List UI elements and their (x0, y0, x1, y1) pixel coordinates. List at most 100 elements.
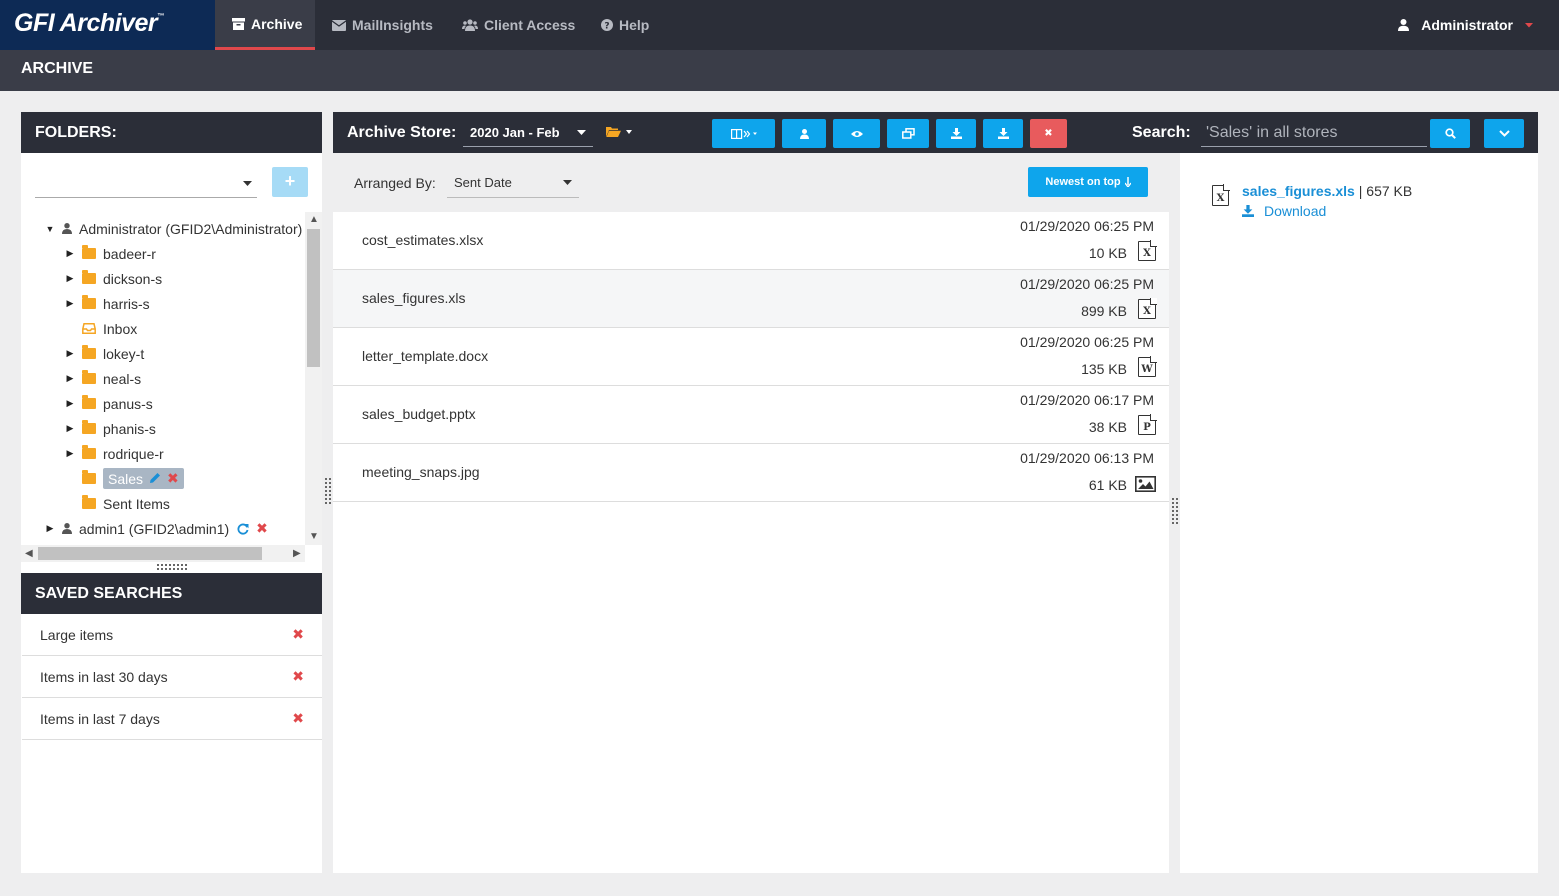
scroll-right-icon[interactable]: ▶ (293, 548, 301, 559)
search-button[interactable] (1430, 119, 1470, 148)
delete-icon[interactable]: ✖ (167, 470, 179, 487)
view-button[interactable] (833, 119, 880, 148)
right-splitter-grip[interactable] (1172, 498, 1178, 524)
saved-search-label: Large items (40, 626, 114, 643)
tree-folder-node[interactable]: Inbox (64, 316, 137, 341)
excel-file-icon: X (1212, 184, 1230, 206)
tree-user-node[interactable]: ▶ admin1 (GFID2\admin1) ✖ (44, 516, 268, 541)
tree-folder-node[interactable]: Sales ✖ (64, 466, 184, 491)
delete-icon: ✖ (1044, 128, 1053, 139)
saved-search-label: Items in last 7 days (40, 710, 160, 727)
scroll-left-icon[interactable]: ◀ (25, 548, 33, 559)
file-size: 10 KB (1088, 245, 1127, 261)
preview-panel: X sales_figures.xls | 657 KB Download (1180, 153, 1538, 873)
restore-button[interactable] (887, 119, 929, 148)
arrow-down-icon (1124, 177, 1131, 187)
nav-client-access[interactable]: Client Access (445, 0, 592, 50)
tree-user-node[interactable]: ▼ Administrator (GFID2\Administrator) (44, 216, 303, 241)
nav-archive[interactable]: Archive (215, 0, 315, 50)
tree-folder-node[interactable]: ▶ phanis-s (64, 416, 156, 441)
download-link[interactable]: Download (1242, 203, 1326, 219)
saved-search-item[interactable]: Items in last 7 days ✖ (22, 698, 322, 740)
sender-filter-button[interactable] (782, 119, 826, 148)
tree-folder-node[interactable]: ▶ dickson-s (64, 266, 162, 291)
user-icon (62, 223, 72, 234)
file-name: cost_estimates.xlsx (362, 232, 484, 248)
caret-right-icon[interactable]: ▶ (64, 373, 76, 384)
attachment-name-link[interactable]: sales_figures.xls (1242, 183, 1355, 199)
tree-folder-node[interactable]: ▶ harris-s (64, 291, 150, 316)
help-icon: ? (601, 19, 613, 31)
export-button[interactable] (983, 119, 1023, 148)
user-menu[interactable]: Administrator (1398, 0, 1533, 50)
tree-horizontal-scroll-thumb[interactable] (38, 547, 262, 560)
excel-file-icon: X (1138, 240, 1157, 261)
file-row[interactable]: meeting_snaps.jpg 01/29/2020 06:13 PM 61 K… (333, 444, 1169, 502)
delete-icon[interactable]: ✖ (256, 520, 268, 537)
file-row[interactable]: sales_figures.xls 01/29/2020 06:25 PM 899 … (333, 270, 1169, 328)
tree-vertical-scroll-thumb[interactable] (307, 229, 320, 367)
caret-right-icon[interactable]: ▶ (64, 298, 76, 309)
arranged-by-select[interactable]: Sent Date (447, 167, 579, 198)
tree-node-label: Administrator (GFID2\Administrator) (79, 220, 303, 237)
saved-search-item[interactable]: Large items ✖ (22, 614, 322, 656)
caret-right-icon[interactable]: ▶ (64, 448, 76, 459)
chevron-down-icon (563, 180, 572, 185)
file-row[interactable]: sales_budget.pptx 01/29/2020 06:17 PM 38 K… (333, 386, 1169, 444)
delete-icon[interactable]: ✖ (292, 710, 304, 727)
tree-folder-node[interactable]: Sent Items (64, 491, 170, 516)
download-icon (950, 128, 962, 139)
delete-icon[interactable]: ✖ (292, 668, 304, 685)
app-logo[interactable]: GFI Archiver™ (0, 0, 215, 50)
caret-right-icon[interactable]: ▶ (44, 523, 56, 534)
refresh-icon[interactable] (237, 523, 249, 535)
tree-folder-node[interactable]: ▶ rodrique-r (64, 441, 164, 466)
tree-folder-node[interactable]: ▶ panus-s (64, 391, 153, 416)
file-row[interactable]: letter_template.docx 01/29/2020 06:25 PM 1… (333, 328, 1169, 386)
tree-folder-node[interactable]: ▶ neal-s (64, 366, 141, 391)
tree-folder-node[interactable]: ▶ lokey-t (64, 341, 144, 366)
search-input[interactable]: 'Sales' in all stores (1201, 119, 1427, 147)
scroll-down-icon[interactable]: ▼ (309, 531, 319, 542)
selected-folder[interactable]: Sales ✖ (103, 468, 184, 489)
store-folder-menu[interactable] (606, 126, 632, 137)
tree-folder-node[interactable]: ▶ badeer-r (64, 241, 156, 266)
attachment-separator: | (1358, 183, 1363, 199)
folder-select[interactable] (35, 168, 257, 198)
caret-right-icon[interactable]: ▶ (64, 398, 76, 409)
folders-header: FOLDERS: (21, 112, 322, 153)
caret-right-icon[interactable]: ▶ (64, 423, 76, 434)
download-button[interactable] (936, 119, 976, 148)
file-date: 01/29/2020 06:25 PM (1020, 276, 1154, 292)
search-options-button[interactable] (1484, 119, 1524, 148)
file-name: sales_figures.xls (362, 290, 466, 306)
folder-icon (82, 370, 96, 384)
caret-right-icon[interactable]: ▶ (64, 248, 76, 259)
windows-icon (901, 128, 915, 139)
nav-archive-label: Archive (251, 15, 303, 32)
add-folder-button[interactable]: + (272, 167, 308, 197)
nav-help[interactable]: ? Help (584, 0, 666, 50)
panel-resize-grip[interactable] (157, 564, 187, 570)
saved-search-item[interactable]: Items in last 30 days ✖ (22, 656, 322, 698)
sort-order-button[interactable]: Newest on top (1028, 167, 1148, 197)
file-size: 38 KB (1088, 419, 1127, 435)
inbox-icon (82, 323, 96, 334)
archive-store-select[interactable]: 2020 Jan - Feb (463, 119, 593, 147)
logo-text: GFI Archiver (14, 9, 158, 37)
left-splitter-grip[interactable] (325, 478, 331, 504)
delete-button[interactable]: ✖ (1030, 119, 1067, 148)
folder-icon (82, 270, 96, 284)
download-icon (1242, 205, 1254, 217)
scroll-up-icon[interactable]: ▲ (309, 214, 319, 225)
caret-right-icon[interactable]: ▶ (64, 273, 76, 284)
columns-button[interactable] (712, 119, 775, 148)
caret-right-icon[interactable]: ▶ (64, 348, 76, 359)
delete-icon[interactable]: ✖ (292, 626, 304, 643)
file-row[interactable]: cost_estimates.xlsx 01/29/2020 06:25 PM 10… (333, 212, 1169, 270)
edit-icon[interactable] (149, 471, 161, 487)
nav-mailinsights[interactable]: MailInsights (315, 0, 450, 50)
caret-down-icon[interactable]: ▼ (44, 224, 56, 234)
word-file-icon: W (1138, 356, 1157, 377)
folder-icon (82, 445, 96, 459)
